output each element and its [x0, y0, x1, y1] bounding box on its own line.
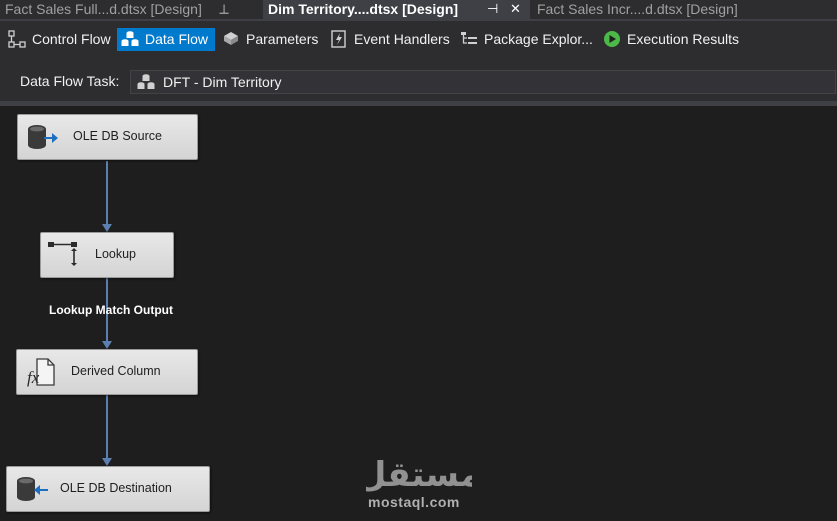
tab-event-handlers[interactable]: Event Handlers [326, 28, 450, 51]
document-tab-label: Fact Sales Full...d.dtsx [Design] [5, 1, 202, 17]
document-tab-label: Dim Territory....dtsx [Design] [268, 1, 459, 17]
ole-db-destination-icon [17, 477, 48, 501]
tab-package-explorer[interactable]: Package Explor... [456, 28, 596, 51]
execution-results-icon [604, 31, 620, 47]
control-flow-icon [8, 30, 26, 48]
data-flow-task-label: Data Flow Task: [20, 73, 120, 89]
watermark-site-text: mostaql.com [368, 494, 460, 510]
ole-db-source-icon [28, 125, 58, 149]
tab-label: Parameters [246, 31, 319, 47]
close-icon[interactable]: ✕ [510, 0, 521, 18]
tab-label: Data Flow [145, 31, 209, 47]
svg-text:مستقل: مستقل [366, 455, 472, 495]
tab-data-flow[interactable]: Data Flow [117, 28, 215, 51]
lookup-match-output-label[interactable]: Lookup Match Output [49, 303, 173, 317]
tab-label: Execution Results [627, 31, 740, 47]
tab-control-flow[interactable]: Control Flow [4, 28, 112, 51]
tab-label: Event Handlers [354, 31, 450, 47]
pin-icon[interactable]: ⊣ [215, 3, 233, 14]
tab-label: Package Explor... [484, 31, 593, 47]
path-arrowhead [102, 341, 112, 349]
document-tab-strip: Fact Sales Full...d.dtsx [Design] ⊣ Dim … [0, 0, 837, 19]
data-flow-icon [121, 31, 139, 46]
data-flow-icon [137, 74, 155, 89]
component-ole-db-destination[interactable]: OLE DB Destination [6, 466, 210, 512]
svg-text:fx: fx [27, 368, 40, 387]
component-derived-column[interactable]: fx Derived Column [16, 349, 198, 395]
component-label: Derived Column [71, 364, 161, 378]
mostaql-logo: مستقل [366, 455, 472, 495]
tab-execution-results[interactable]: Execution Results [599, 28, 739, 51]
lookup-icon [48, 242, 77, 266]
tab-label: Control Flow [32, 31, 111, 47]
component-label: OLE DB Destination [60, 481, 172, 495]
component-lookup[interactable]: Lookup [40, 232, 174, 278]
tab-parameters[interactable]: Parameters [218, 28, 320, 51]
parameters-icon [224, 32, 238, 45]
derived-column-icon: fx [27, 358, 55, 387]
pin-icon[interactable]: ⊣ [487, 0, 498, 18]
designer-toolbar: Control Flow Data Flow Parameters Event … [0, 21, 837, 61]
data-flow-task-select[interactable]: DFT - Dim Territory [130, 70, 836, 94]
data-flow-task-row: Data Flow Task: DFT - Dim Territory [0, 61, 837, 101]
data-flow-task-value: DFT - Dim Territory [163, 74, 282, 90]
component-ole-db-source[interactable]: OLE DB Source [17, 114, 198, 160]
package-explorer-icon [461, 32, 477, 44]
path-arrowhead [102, 224, 112, 232]
component-label: OLE DB Source [73, 129, 162, 143]
event-handlers-icon [331, 30, 346, 48]
document-tab-label: Fact Sales Incr....d.dtsx [Design] [537, 1, 738, 17]
path-arrowhead [102, 458, 112, 466]
component-label: Lookup [95, 247, 137, 261]
document-tab-fact-sales-incr[interactable]: Fact Sales Incr....d.dtsx [Design] [532, 0, 796, 19]
